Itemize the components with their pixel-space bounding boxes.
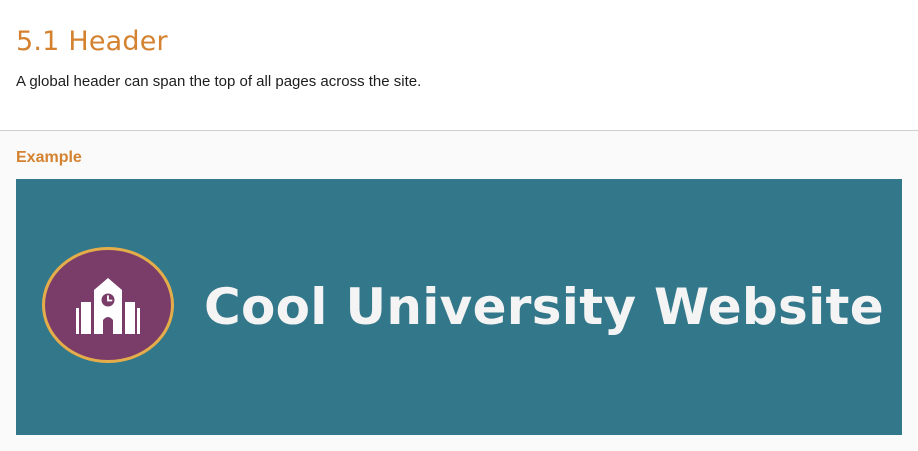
global-header-example: Cool University Website	[16, 179, 902, 435]
university-logo	[42, 247, 174, 363]
school-building-icon	[76, 278, 140, 334]
section-title: 5.1 Header	[16, 26, 168, 57]
section-description: A global header can span the top of all …	[16, 73, 422, 90]
example-label: Example	[16, 149, 82, 166]
section-header: 5.1 Header A global header can span the …	[0, 0, 918, 130]
site-title[interactable]: Cool University Website	[204, 277, 884, 337]
